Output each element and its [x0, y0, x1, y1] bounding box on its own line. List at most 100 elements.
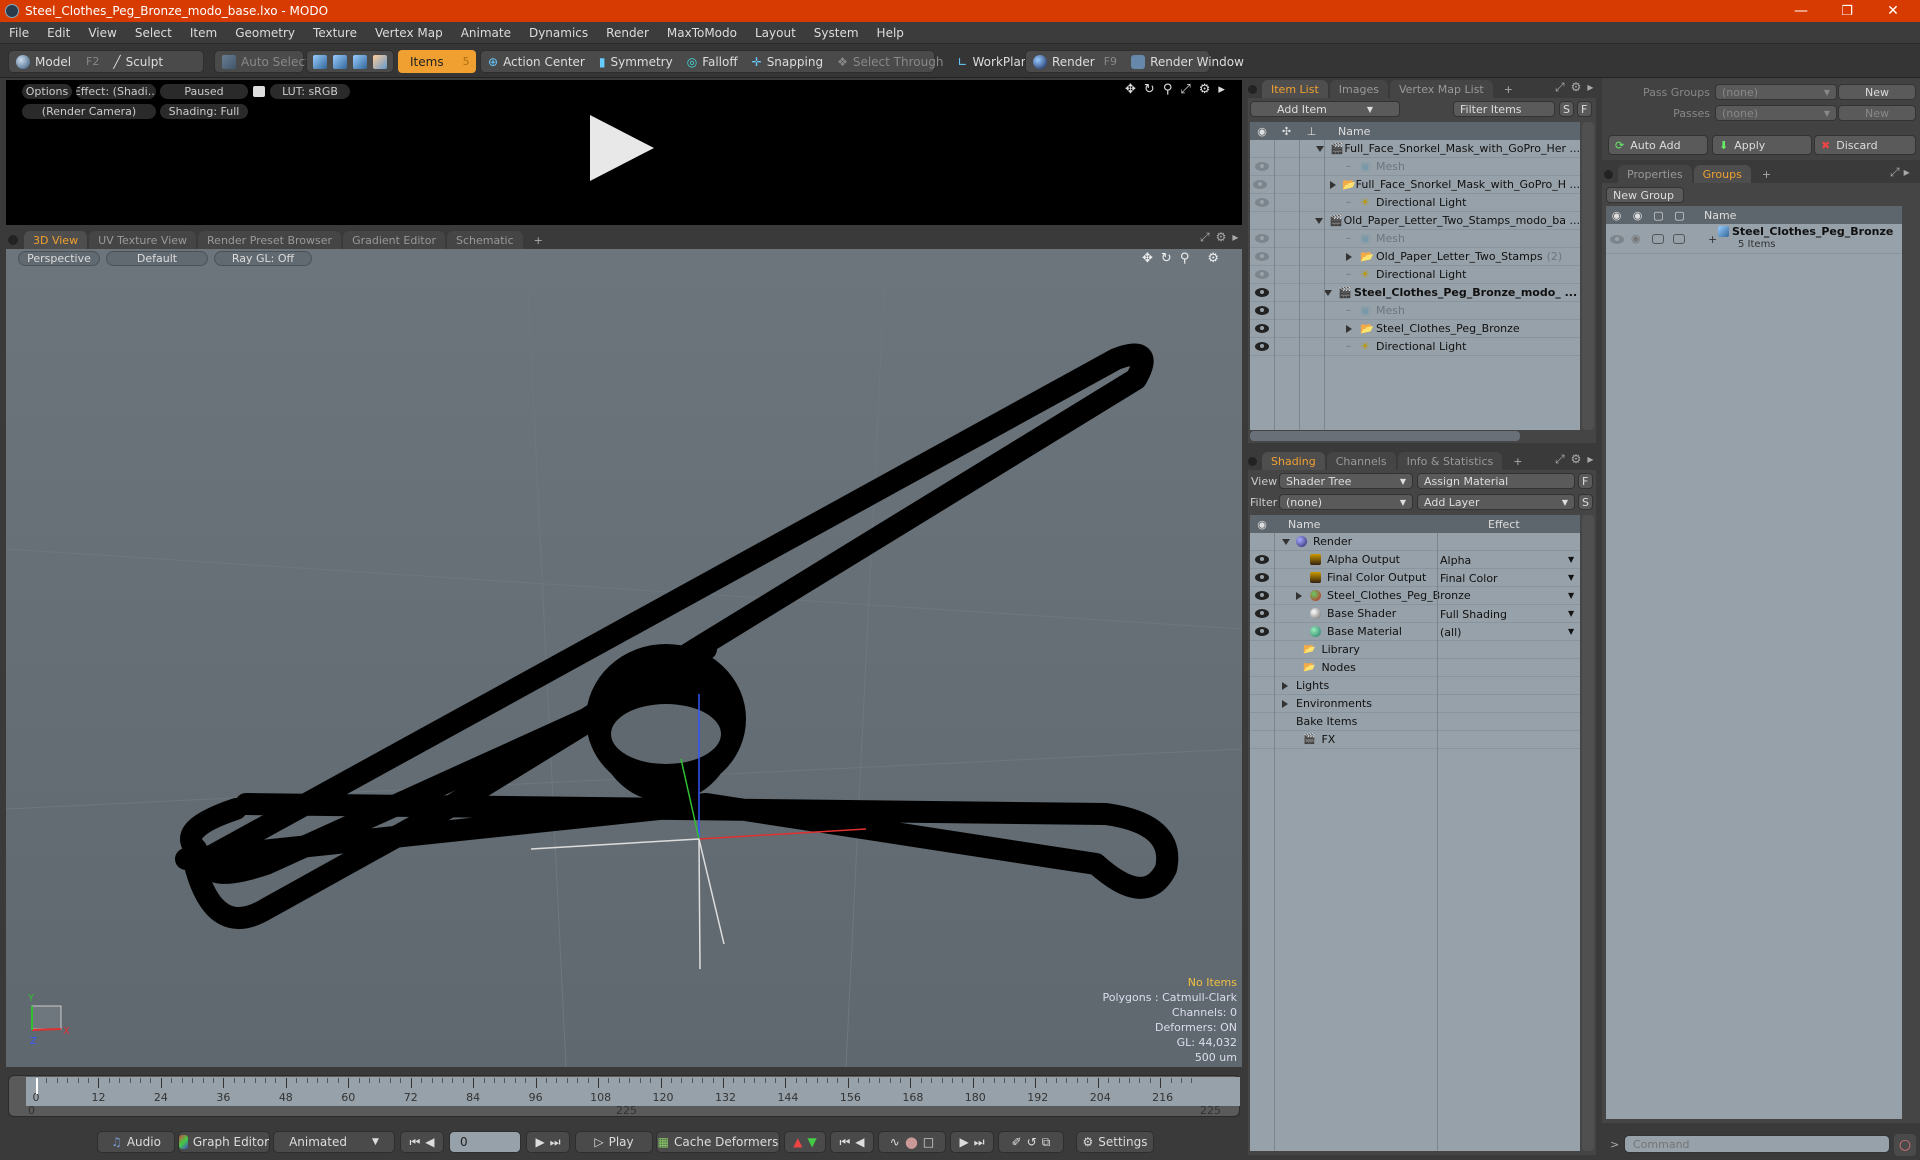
shader-tree-row[interactable]: Bake Items — [1250, 713, 1580, 731]
panel-gear-icon[interactable]: ⚙ — [1571, 452, 1582, 467]
falloff-button[interactable]: ◎ Falloff — [680, 51, 745, 72]
tab-info-statistics[interactable]: Info & Statistics — [1397, 452, 1503, 470]
expand-arrow-icon[interactable] — [1346, 324, 1360, 333]
key-tools-buttons[interactable]: ✐ ↺ ⧉ — [998, 1131, 1064, 1153]
panel-handle-icon[interactable] — [1604, 170, 1613, 179]
s-button[interactable]: S — [1559, 101, 1574, 117]
visibility-column-icon[interactable]: ◉ — [1606, 209, 1627, 222]
name-column-header[interactable]: Name — [1338, 125, 1370, 138]
filter-dropdown[interactable]: (none) ▼ — [1279, 494, 1413, 510]
effect-value[interactable]: Alpha — [1440, 554, 1471, 567]
visibility-eye-icon[interactable] — [1250, 198, 1274, 207]
effect-dropdown-icon[interactable]: ▼ — [1568, 555, 1574, 564]
expand-arrow-icon[interactable] — [1282, 681, 1296, 690]
passes-dropdown[interactable]: (none) ▼ — [1715, 105, 1837, 121]
expand-arrow-icon[interactable] — [1315, 217, 1329, 224]
command-history-icon[interactable]: ○ — [1894, 1134, 1916, 1156]
view-dropdown[interactable]: Shader Tree ▼ — [1279, 473, 1413, 489]
items-mode-button[interactable]: Items 5 — [398, 50, 476, 73]
discard-button[interactable]: ✖ Discard — [1814, 135, 1916, 155]
visibility-eye-icon[interactable] — [1250, 162, 1274, 171]
polygons-mode-icon[interactable] — [353, 54, 367, 69]
auto-select-button[interactable]: Auto Select — [215, 51, 317, 72]
visibility-eye-icon[interactable] — [1250, 627, 1274, 636]
skip-to-start-button[interactable]: ⏮ ◀ — [400, 1131, 444, 1153]
step-forward-button[interactable]: ▶ ⏭ — [526, 1131, 570, 1153]
visibility-column-icon[interactable]: ◉ — [1250, 518, 1274, 531]
render-camera-dropdown[interactable]: (Render Camera) — [22, 104, 156, 119]
apply-button[interactable]: ⬇ Apply — [1712, 135, 1812, 155]
expand-arrow-icon[interactable] — [1296, 591, 1310, 600]
render-button[interactable]: Render F9 — [1026, 51, 1124, 72]
new-pass-button[interactable]: New — [1838, 105, 1916, 121]
tab-3d-view[interactable]: 3D View — [24, 231, 88, 249]
assign-material-button[interactable]: Assign Material — [1417, 473, 1575, 489]
pan-icon[interactable]: ✥ — [1142, 251, 1153, 266]
lock-icon[interactable] — [253, 86, 265, 97]
tab-channels[interactable]: Channels — [1326, 452, 1396, 470]
close-icon[interactable]: ✕ — [1870, 0, 1916, 22]
menu-texture[interactable]: Texture — [304, 26, 366, 40]
expand-arrow-icon[interactable] — [1346, 252, 1360, 261]
visibility-eye-icon[interactable] — [1250, 180, 1270, 189]
panel-handle-icon[interactable] — [8, 235, 18, 245]
settings-button[interactable]: ⚙ Settings — [1076, 1131, 1154, 1153]
model-mode-button[interactable]: Model F2 — [9, 51, 106, 72]
settings-gear-icon[interactable]: ⚙ — [1199, 82, 1211, 97]
visibility-eye-icon[interactable] — [1250, 234, 1274, 243]
shader-tree-row[interactable]: Final Color Output Final Color ▼ — [1250, 569, 1580, 587]
panel-handle-icon[interactable] — [1248, 85, 1257, 94]
shader-tree-row[interactable]: Base Shader Full Shading ▼ — [1250, 605, 1580, 623]
item-list-h-scrollbar[interactable] — [1250, 431, 1520, 441]
visibility-eye-icon[interactable] — [1250, 324, 1274, 333]
maximize-viewport-icon[interactable]: ⤢ — [1200, 230, 1210, 245]
visibility-eye-icon[interactable] — [1250, 573, 1274, 582]
prev-key-buttons[interactable]: ⏮ ◀ — [830, 1131, 874, 1153]
minimize-icon[interactable]: — — [1778, 0, 1824, 22]
add-tab-button[interactable]: + — [525, 231, 552, 249]
tab-render-preset-browser[interactable]: Render Preset Browser — [198, 231, 342, 249]
move-view-icon[interactable]: ✥ — [1125, 82, 1136, 97]
shader-tree-row[interactable]: 🎬 FX — [1250, 731, 1580, 749]
expand-arrow-icon[interactable] — [1282, 538, 1296, 545]
add-layer-dropdown[interactable]: Add Layer ▼ — [1417, 494, 1575, 510]
effect-value[interactable]: Full Shading — [1440, 608, 1507, 621]
lock-toggle[interactable] — [1652, 234, 1664, 244]
cache-deformers-button[interactable]: ▦ Cache Deformers — [656, 1131, 780, 1153]
add-tab-button[interactable]: + — [1495, 80, 1522, 98]
graph-editor-button[interactable]: Graph Editor — [178, 1131, 270, 1153]
menu-dynamics[interactable]: Dynamics — [520, 26, 597, 40]
key-up-down-buttons[interactable]: ▲ ▼ — [784, 1131, 826, 1153]
view-settings-gear-icon[interactable]: ⚙ — [1207, 251, 1219, 266]
play-preview-icon[interactable] — [590, 115, 654, 181]
effect-column-header[interactable]: Effect — [1484, 518, 1520, 531]
tab-uv-texture-view[interactable]: UV Texture View — [89, 231, 197, 249]
tab-shading[interactable]: Shading — [1262, 452, 1325, 470]
lock-column-icon[interactable]: ▢ — [1648, 209, 1669, 222]
maximize-panel-icon[interactable]: ⤢ — [1890, 165, 1900, 180]
restore-icon[interactable]: ❐ — [1824, 0, 1870, 22]
new-pass-group-button[interactable]: New — [1838, 84, 1916, 100]
menu-maxtomodo[interactable]: MaxToModo — [658, 26, 746, 40]
tab-schematic[interactable]: Schematic — [447, 231, 523, 249]
lock-column-icon[interactable]: ✣ — [1274, 125, 1299, 138]
tab-groups[interactable]: Groups — [1693, 165, 1751, 183]
effect-dropdown-icon[interactable]: ▼ — [1568, 573, 1574, 582]
visibility-eye-icon[interactable] — [1250, 591, 1274, 600]
shader-scrollbar[interactable] — [1582, 515, 1594, 1151]
menu-edit[interactable]: Edit — [38, 26, 79, 40]
select-through-button[interactable]: ❖ Select Through — [830, 51, 950, 72]
effect-dropdown-icon[interactable]: ▼ — [1568, 627, 1574, 636]
visibility-eye-icon[interactable] — [1250, 342, 1274, 351]
menu-geometry[interactable]: Geometry — [226, 26, 304, 40]
shading-dropdown[interactable]: Shading: Full — [160, 104, 248, 119]
locator-column-icon[interactable]: ⊥ — [1299, 125, 1324, 138]
render-toggle-icon[interactable]: ◉ — [1631, 232, 1641, 245]
render-column-icon[interactable]: ◉ — [1627, 209, 1648, 222]
panel-arrow-icon[interactable]: ▸ — [1587, 80, 1593, 95]
menu-item[interactable]: Item — [181, 26, 226, 40]
menu-system[interactable]: System — [805, 26, 868, 40]
play-button[interactable]: ▷ Play — [575, 1131, 653, 1153]
panel-arrow-icon[interactable]: ▸ — [1904, 165, 1910, 180]
frame-input[interactable]: 0 — [449, 1131, 521, 1153]
